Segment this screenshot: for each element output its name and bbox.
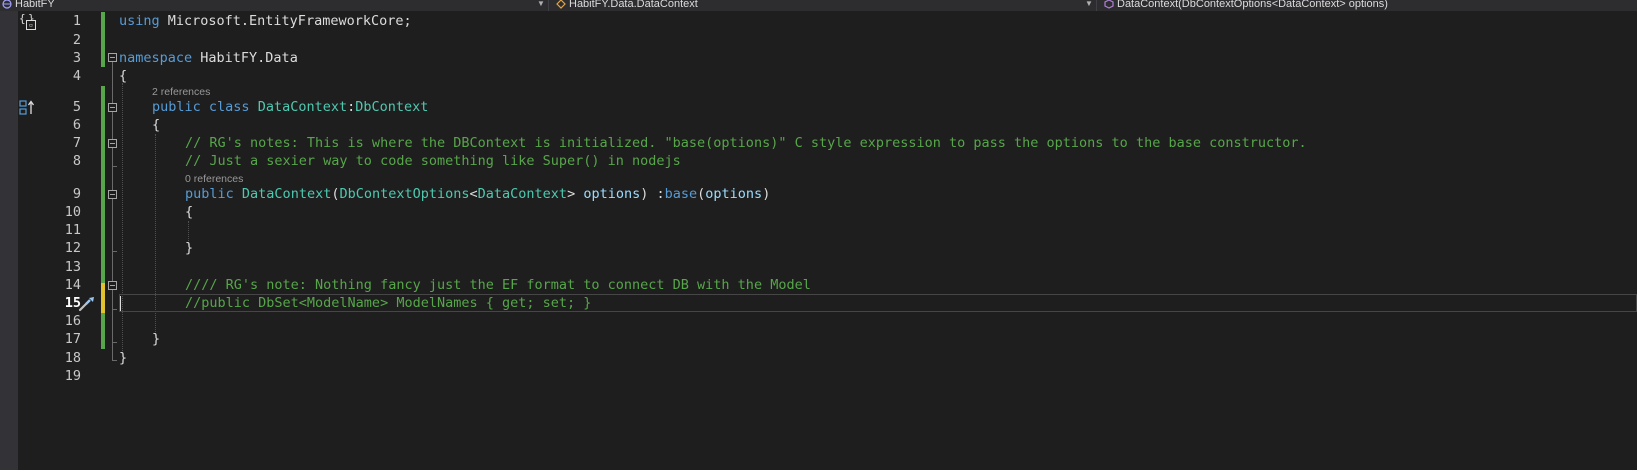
project-label: HabitFY — [15, 0, 55, 10]
line-number: 18 — [64, 350, 81, 366]
divider — [1096, 0, 1097, 11]
line-number: 8 — [72, 153, 81, 169]
code-line: using Microsoft.EntityFrameworkCore; — [119, 13, 412, 29]
line-number: 1 — [72, 13, 81, 29]
line-number: 6 — [72, 117, 81, 133]
line-number: 13 — [64, 259, 81, 275]
line-number: 4 — [72, 68, 81, 84]
code-line: } — [119, 350, 128, 366]
method-icon — [1104, 0, 1114, 9]
line-number: 7 — [72, 135, 81, 151]
code-comment: // Just a sexier way to code something l… — [185, 153, 681, 169]
code-line: namespace HabitFY.Data — [119, 50, 298, 66]
codelens-references[interactable]: 2 references — [152, 86, 210, 98]
line-number: 5 — [72, 99, 81, 115]
member-label: DataContext(DbContextOptions<DataContext… — [1117, 0, 1388, 10]
class-icon — [556, 0, 566, 9]
navigation-bar: HabitFY ▼ HabitFY.Data.DataContext ▼ Dat… — [0, 0, 1637, 11]
project-icon — [2, 0, 12, 9]
code-line: public DataContext(DbContextOptions<Data… — [185, 186, 771, 202]
current-line-number: 15 — [64, 295, 81, 311]
line-number: 17 — [64, 331, 81, 347]
code-line: { — [152, 117, 161, 133]
code-line: public class DataContext:DbContext — [152, 99, 429, 115]
project-dropdown[interactable]: HabitFY — [2, 0, 55, 11]
code-line: { — [185, 204, 194, 220]
line-number: 14 — [64, 277, 81, 293]
member-dropdown[interactable]: DataContext(DbContextOptions<DataContext… — [1104, 0, 1388, 11]
class-label: HabitFY.Data.DataContext — [569, 0, 698, 10]
chevron-down-icon[interactable]: ▼ — [1085, 0, 1093, 8]
text-caret — [120, 296, 121, 311]
chevron-down-icon[interactable]: ▼ — [537, 0, 545, 8]
line-number: 9 — [72, 186, 81, 202]
code-comment: //public DbSet<ModelName> ModelNames { g… — [185, 295, 592, 311]
line-number: 3 — [72, 50, 81, 66]
line-number: 12 — [64, 240, 81, 256]
line-number: 10 — [64, 204, 81, 220]
code-line: } — [152, 331, 161, 347]
line-number: 16 — [64, 313, 81, 329]
code-line: } — [185, 240, 194, 256]
line-number: 2 — [72, 32, 81, 48]
class-dropdown[interactable]: HabitFY.Data.DataContext — [556, 0, 698, 11]
divider — [548, 0, 549, 11]
code-line: { — [119, 68, 128, 84]
line-number: 19 — [64, 368, 81, 384]
code-comment: // RG's notes: This is where the DBConte… — [185, 135, 1307, 151]
line-number: 11 — [64, 222, 81, 238]
code-comment: //// RG's note: Nothing fancy just the E… — [185, 277, 811, 293]
codelens-references[interactable]: 0 references — [185, 173, 243, 185]
